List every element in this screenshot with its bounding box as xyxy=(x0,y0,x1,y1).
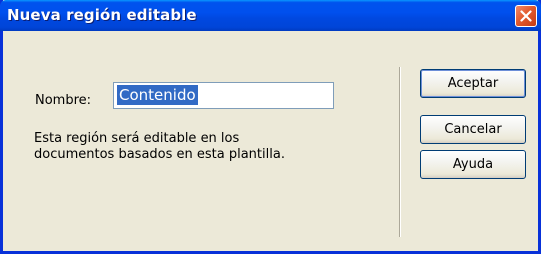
name-input[interactable]: Contenido xyxy=(113,82,334,109)
description-line-2: documentos basados en esta plantilla. xyxy=(34,147,285,162)
dialog-title: Nueva región editable xyxy=(7,6,197,24)
close-button[interactable] xyxy=(515,5,537,27)
vertical-divider xyxy=(399,67,401,237)
title-bar[interactable]: Nueva región editable xyxy=(0,0,541,31)
description-line-1: Esta región será editable en los xyxy=(34,131,240,146)
dialog-content: Nombre: Contenido Esta región será edita… xyxy=(3,31,538,251)
dialog-window: Nueva región editable Nombre: Contenido … xyxy=(0,0,541,254)
close-x-icon xyxy=(520,10,532,22)
name-label: Nombre: xyxy=(35,93,92,108)
cancel-button[interactable]: Cancelar xyxy=(420,115,526,144)
accept-button[interactable]: Aceptar xyxy=(420,69,526,98)
description-text: Esta región será editable en los documen… xyxy=(34,131,374,163)
name-input-selected-text[interactable]: Contenido xyxy=(117,85,198,105)
help-button[interactable]: Ayuda xyxy=(420,150,526,179)
